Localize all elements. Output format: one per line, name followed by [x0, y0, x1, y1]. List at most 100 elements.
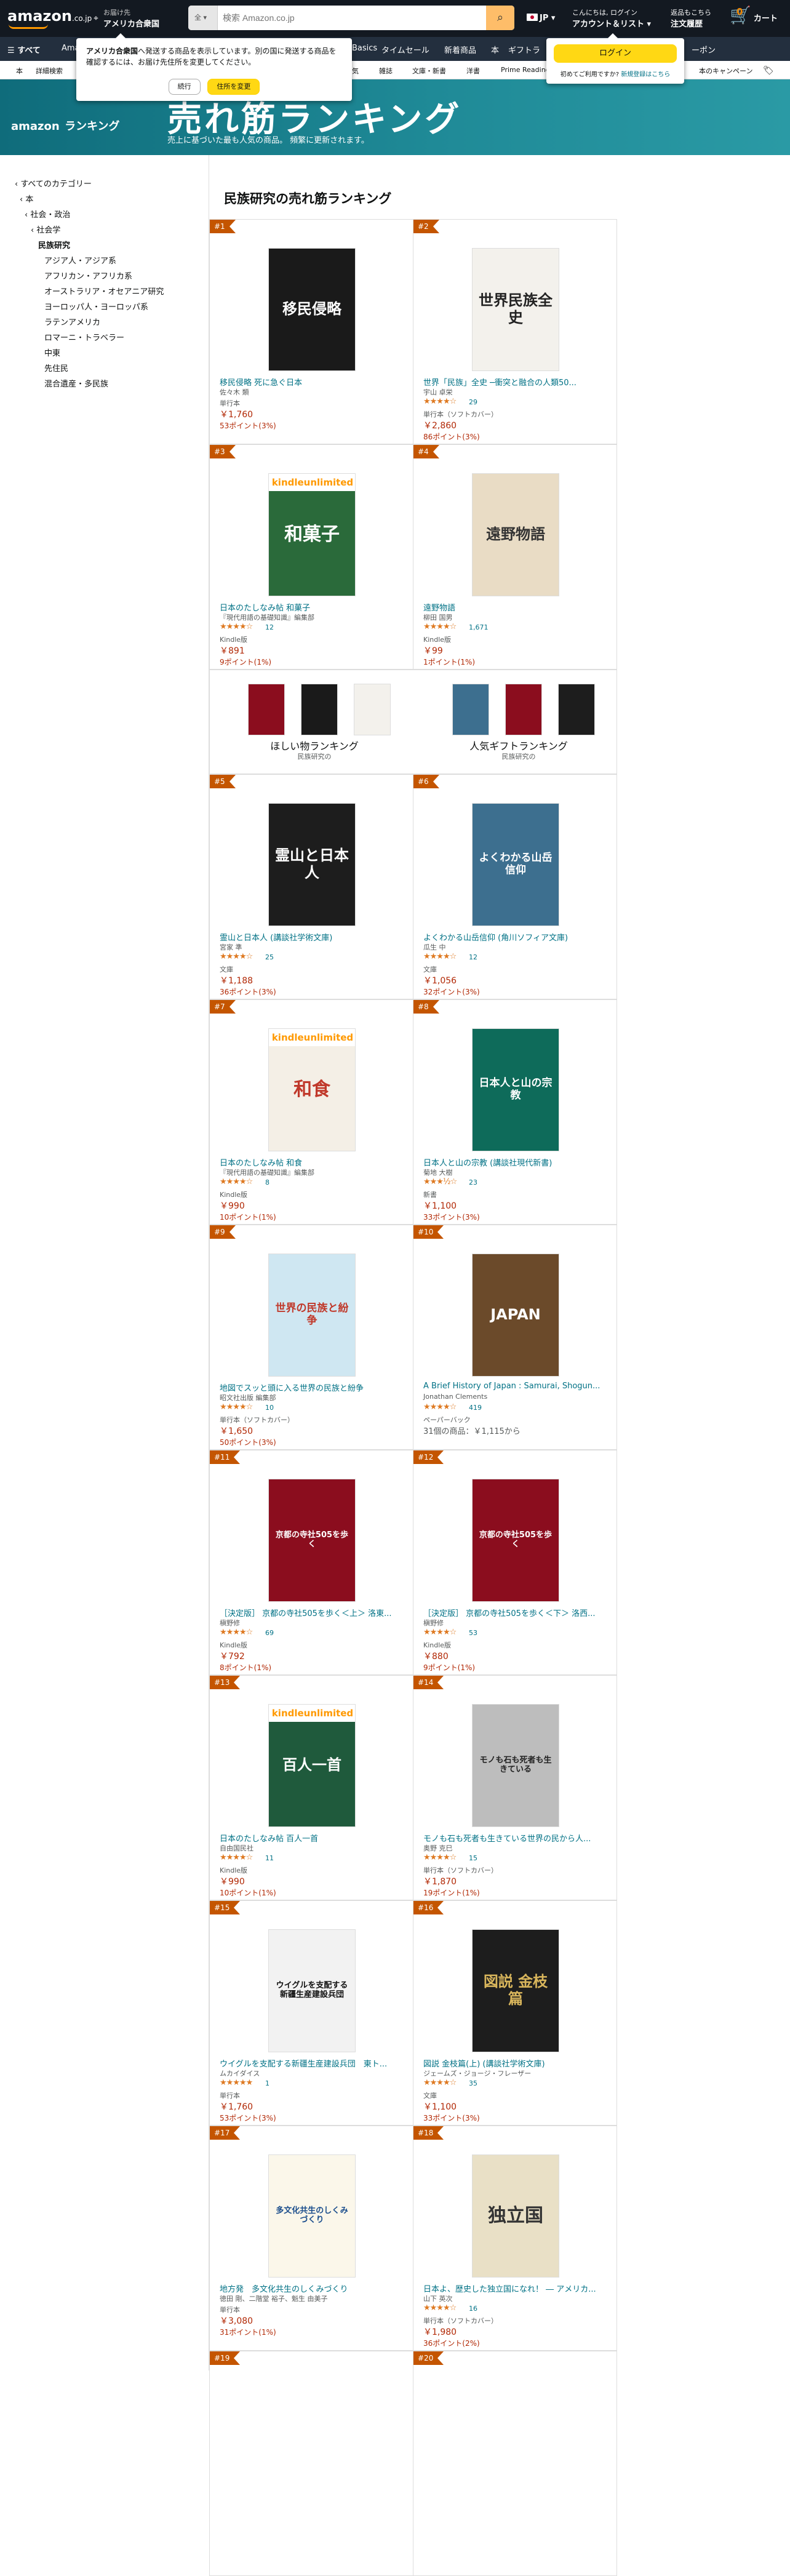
product-title-link[interactable]: 日本のたしなみ帖 和食	[220, 1156, 408, 1168]
review-count-link[interactable]: 11	[265, 1854, 274, 1862]
book-cover-image[interactable]: JAPAN	[472, 1254, 559, 1377]
offers-link[interactable]: 31個の商品：￥1,115から	[423, 1425, 521, 1436]
review-count-link[interactable]: 1,671	[469, 623, 489, 631]
review-count-link[interactable]: 1	[265, 2079, 269, 2087]
review-count-link[interactable]: 15	[469, 1854, 477, 1862]
product-title-link[interactable]: よくわかる山岳信仰 (角川ソフィア文庫)	[423, 931, 612, 943]
book-cover-image[interactable]: 移民侵略	[268, 248, 356, 371]
promo-book-thumbnail[interactable]	[505, 684, 542, 735]
nav-item[interactable]: 新着商品	[444, 44, 476, 55]
product-title-link[interactable]: ［決定版］ 京都の寺社505を歩く＜下＞ 洛西...	[423, 1607, 612, 1618]
star-rating-icon[interactable]: ★★★★☆	[423, 622, 457, 631]
promo-book-thumbnail[interactable]	[301, 684, 338, 735]
star-rating-icon[interactable]: ★★★½☆	[423, 1177, 457, 1186]
star-rating-icon[interactable]: ★★★★☆	[220, 622, 253, 631]
subnav-item[interactable]: 本のキャンペーン	[699, 66, 752, 76]
cart-button[interactable]: 🛒 0 カート	[730, 5, 778, 25]
review-count-link[interactable]: 12	[469, 953, 477, 961]
subnav-item[interactable]: 雑誌	[379, 66, 393, 76]
book-cover-image[interactable]: 図説 金枝篇	[472, 1929, 559, 2052]
orders-link[interactable]: 返品もこちら 注文履歴	[671, 7, 711, 29]
sidebar-item-multiethnic[interactable]: 混合遺産・多民族	[44, 377, 108, 389]
review-count-link[interactable]: 16	[469, 2305, 477, 2313]
product-title-link[interactable]: 日本のたしなみ帖 百人一首	[220, 1832, 408, 1844]
search-button[interactable]: ⌕	[486, 6, 514, 30]
product-title-link[interactable]: ウイグルを支配する新疆生産建設兵団 東ト...	[220, 2057, 408, 2069]
review-count-link[interactable]: 69	[265, 1629, 274, 1637]
star-rating-icon[interactable]: ★★★★☆	[423, 2078, 457, 2087]
product-title-link[interactable]: 地方発 多文化共生のしくみづくり	[220, 2282, 408, 2294]
sidebar-item-society[interactable]: ‹ 社会・政治	[25, 208, 70, 220]
search-category-select[interactable]: 全 ▾	[188, 6, 218, 30]
sidebar-item-indigenous[interactable]: 先住民	[44, 362, 68, 374]
sidebar-item-asian[interactable]: アジア人・アジア系	[44, 254, 116, 266]
star-rating-icon[interactable]: ★★★★☆	[423, 1402, 457, 1412]
star-rating-icon[interactable]: ★★★★☆	[423, 1628, 457, 1637]
star-rating-icon[interactable]: ★★★★☆	[423, 952, 457, 961]
book-cover-image[interactable]: kindleunlimited 百人一首	[268, 1704, 356, 1827]
subnav-item[interactable]: Prime Reading	[501, 66, 550, 74]
promo-book-thumbnail[interactable]	[248, 684, 285, 735]
amazon-logo[interactable]: amazon.co.jp	[7, 7, 92, 29]
product-title-link[interactable]: 世界「民族」全史 ─衝突と融合の人類50...	[423, 376, 612, 388]
subnav-item-books[interactable]: 本	[16, 66, 23, 76]
search-input[interactable]	[223, 6, 475, 30]
all-menu-button[interactable]: ☰ すべて	[7, 44, 41, 55]
book-cover-image[interactable]: 霊山と日本人	[268, 803, 356, 926]
nav-item[interactable]: ーポン	[692, 44, 716, 55]
product-title-link[interactable]: モノも石も死者も生きている世界の民から人...	[423, 1832, 612, 1844]
book-cover-image[interactable]: 世界民族全史	[472, 248, 559, 371]
book-cover-image[interactable]: 日本人と山の宗教	[472, 1028, 559, 1151]
star-rating-icon[interactable]: ★★★★★	[220, 2078, 253, 2087]
book-cover-image[interactable]: 京都の寺社505を歩く	[472, 1479, 559, 1602]
product-title-link[interactable]: 霊山と日本人 (講談社学術文庫)	[220, 931, 408, 943]
book-cover-image[interactable]: 多文化共生のしくみづくり	[268, 2154, 356, 2278]
product-title-link[interactable]: ［決定版］ 京都の寺社505を歩く＜上＞ 洛東...	[220, 1607, 408, 1618]
sidebar-item-oceania[interactable]: オーストラリア・オセアニア研究	[44, 285, 164, 297]
promo-book-thumbnail[interactable]	[452, 684, 489, 735]
book-cover-image[interactable]: 世界の民族と紛争	[268, 1254, 356, 1377]
account-menu[interactable]: こんにちは, ログイン アカウント＆リスト ▾	[572, 7, 651, 29]
star-rating-icon[interactable]: ★★★★☆	[220, 1853, 253, 1862]
sidebar-item-all[interactable]: ‹ すべてのカテゴリー	[15, 177, 92, 189]
wishlist-ranking-link[interactable]: ほしい物ランキング	[234, 738, 394, 753]
promo-book-thumbnail[interactable]	[354, 684, 391, 735]
star-rating-icon[interactable]: ★★★★☆	[423, 397, 457, 406]
review-count-link[interactable]: 25	[265, 953, 274, 961]
star-rating-icon[interactable]: ★★★★☆	[423, 2303, 457, 2313]
review-count-link[interactable]: 10	[265, 1404, 274, 1412]
product-title-link[interactable]: 遠野物語	[423, 601, 612, 613]
nav-item[interactable]: タイムセール	[381, 44, 429, 55]
product-title-link[interactable]: 日本人と山の宗教 (講談社現代新書)	[423, 1156, 612, 1168]
book-cover-image[interactable]: よくわかる山岳信仰	[472, 803, 559, 926]
review-count-link[interactable]: 35	[469, 2079, 477, 2087]
subnav-item[interactable]: 気	[352, 66, 359, 76]
sidebar-item-sociology[interactable]: ‹ 社会学	[31, 223, 60, 235]
nav-item[interactable]: ギフトラ	[508, 44, 540, 55]
sidebar-item-books[interactable]: ‹ 本	[20, 193, 33, 204]
product-title-link[interactable]: 地図でスッと頭に入る世界の民族と紛争	[220, 1382, 408, 1393]
nav-item[interactable]: 本	[491, 44, 499, 55]
promo-book-thumbnail[interactable]	[558, 684, 595, 735]
book-cover-image[interactable]: モノも石も死者も生きている	[472, 1704, 559, 1827]
product-title-link[interactable]: 図説 金枝篇(上) (講談社学術文庫)	[423, 2057, 612, 2069]
sidebar-item-romani[interactable]: ロマーニ・トラベラー	[44, 331, 124, 343]
change-address-button[interactable]: 住所を変更	[207, 79, 260, 95]
product-title-link[interactable]: 日本のたしなみ帖 和菓子	[220, 601, 408, 613]
sidebar-item-african[interactable]: アフリカン・アフリカ系	[44, 270, 132, 281]
review-count-link[interactable]: 53	[469, 1629, 477, 1637]
deliver-to[interactable]: ⌖ お届け先 アメリカ合衆国	[94, 7, 159, 29]
book-cover-image[interactable]: 独立国	[472, 2154, 559, 2278]
language-selector[interactable]: JP ▾	[527, 14, 555, 23]
review-count-link[interactable]: 12	[265, 623, 274, 631]
book-cover-image[interactable]: ウイグルを支配する新疆生産建設兵団	[268, 1929, 356, 2052]
sidebar-item-latin-america[interactable]: ラテンアメリカ	[44, 316, 100, 327]
book-cover-image[interactable]: 遠野物語	[472, 473, 559, 596]
review-count-link[interactable]: 8	[265, 1178, 269, 1186]
review-count-link[interactable]: 29	[469, 398, 477, 406]
product-title-link[interactable]: A Brief History of Japan : Samurai, Shog…	[423, 1382, 612, 1391]
star-rating-icon[interactable]: ★★★★☆	[220, 952, 253, 961]
product-title-link[interactable]: 移民侵略 死に急ぐ日本	[220, 376, 408, 388]
star-rating-icon[interactable]: ★★★★☆	[220, 1177, 253, 1186]
review-count-link[interactable]: 419	[469, 1404, 482, 1412]
